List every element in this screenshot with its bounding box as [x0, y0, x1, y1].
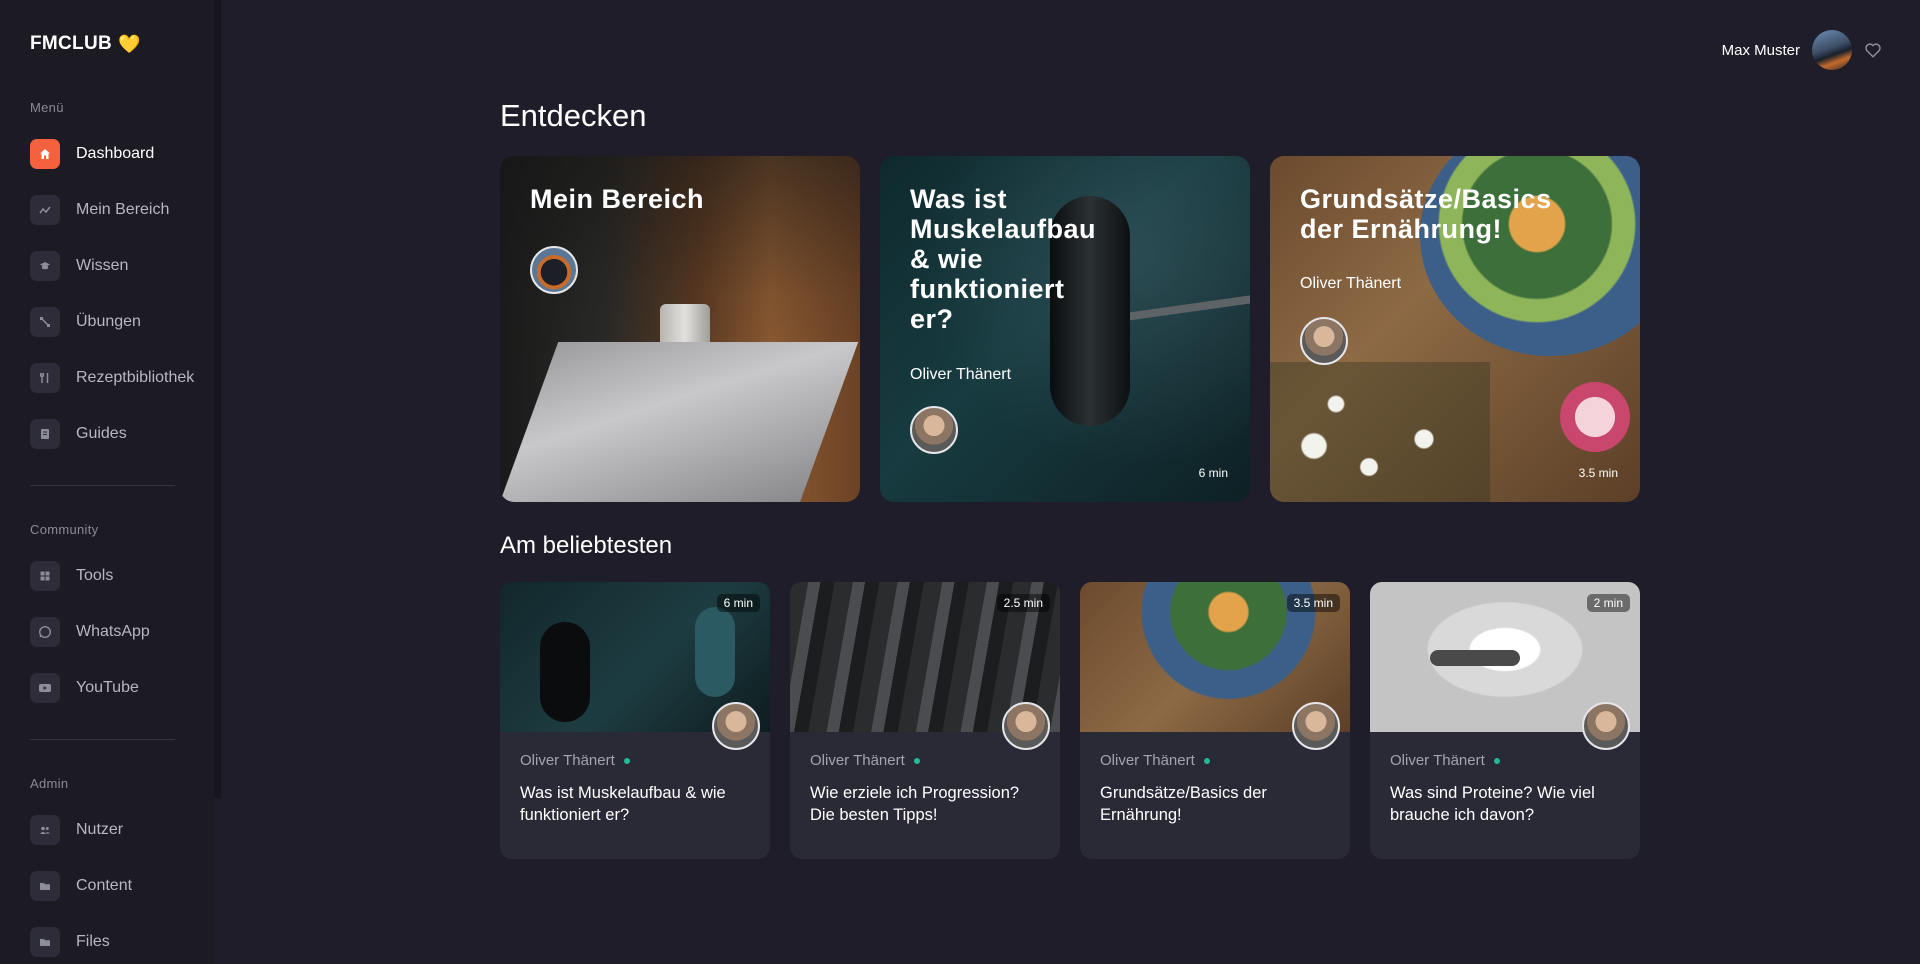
sidebar-item-nutzer[interactable]: Nutzer — [30, 813, 200, 847]
duration-badge: 3.5 min — [1286, 594, 1340, 612]
grid-icon — [30, 561, 60, 591]
sidebar-item-youtube[interactable]: YouTube — [30, 671, 200, 705]
sidebar-divider — [30, 739, 175, 740]
sidebar-item-content[interactable]: Content — [30, 869, 200, 903]
sidebar-item-whatsapp[interactable]: WhatsApp — [30, 615, 200, 649]
popular-card[interactable]: 2.5 min Oliver Thänert Wie erziele ich P… — [790, 582, 1060, 859]
brand-name: FMCLUB — [30, 33, 113, 54]
avatar[interactable] — [1812, 30, 1852, 70]
card-author: Oliver Thänert — [520, 752, 630, 769]
sidebar-item-rezeptbibliothek[interactable]: Rezeptbibliothek — [30, 361, 200, 395]
avatar — [1582, 702, 1630, 750]
graduation-cap-icon — [30, 251, 60, 281]
sidebar-item-guides[interactable]: Guides — [30, 417, 200, 451]
users-icon — [30, 815, 60, 845]
laptop-image — [500, 342, 859, 502]
activity-icon — [30, 195, 60, 225]
avatar — [1292, 702, 1340, 750]
sidebar-item-label: Wissen — [76, 257, 129, 274]
heart-icon[interactable] — [1864, 41, 1882, 59]
card-author-name: Oliver Thänert — [810, 752, 905, 769]
brand-logo[interactable]: FMCLUB 💛 — [30, 33, 141, 55]
sidebar-item-dashboard[interactable]: Dashboard — [30, 137, 200, 171]
sidebar-item-label: Übungen — [76, 313, 141, 330]
sidebar-item-tools[interactable]: Tools — [30, 559, 200, 593]
duration-badge: 2 min — [1586, 594, 1630, 612]
flowers-image — [1270, 362, 1490, 502]
card-author-name: Oliver Thänert — [1390, 752, 1485, 769]
folder-icon — [30, 927, 60, 957]
hero-card-ernaehrung[interactable]: Grundsätze/Basics der Ernährung! Oliver … — [1270, 156, 1640, 502]
hero-card-mein-bereich[interactable]: Mein Bereich — [500, 156, 860, 502]
card-author: Oliver Thänert — [810, 752, 920, 769]
community-section-label: Community — [30, 522, 99, 537]
admin-section-label: Admin — [30, 776, 69, 791]
menu-section-label: Menü — [30, 100, 64, 115]
whatsapp-icon — [30, 617, 60, 647]
section-title-popular: Am beliebtesten — [500, 532, 673, 559]
hero-card-muskelaufbau[interactable]: Was ist Muskelaufbau & wie funktioniert … — [880, 156, 1250, 502]
sidebar-item-label: YouTube — [76, 679, 139, 696]
duration-label: 3.5 min — [1578, 466, 1618, 480]
hero-card-title: Grundsätze/Basics der Ernährung! — [1300, 184, 1552, 244]
popular-card[interactable]: 6 min Oliver Thänert Was ist Muskelaufba… — [500, 582, 770, 859]
card-author: Oliver Thänert — [1100, 752, 1210, 769]
duration-badge: 2.5 min — [996, 594, 1050, 612]
sidebar-item-wissen[interactable]: Wissen — [30, 249, 200, 283]
card-title: Was sind Proteine? Wie viel brauche ich … — [1390, 784, 1595, 824]
sidebar-divider — [30, 485, 175, 486]
card-title: Wie erziele ich Progression? Die besten … — [810, 784, 1020, 824]
online-status-dot — [1203, 757, 1210, 764]
avatar — [530, 246, 578, 294]
online-status-dot — [623, 757, 630, 764]
sidebar-item-label: Guides — [76, 425, 127, 442]
sidebar-item-files[interactable]: Files — [30, 925, 200, 959]
dumbbell-icon — [30, 307, 60, 337]
sidebar-item-label: Content — [76, 877, 133, 894]
card-title: Grundsätze/Basics der Ernährung! — [1100, 784, 1267, 824]
avatar — [1300, 317, 1348, 365]
avatar — [712, 702, 760, 750]
card-title: Was ist Muskelaufbau & wie funktioniert … — [520, 784, 726, 824]
page-title: Entdecken — [500, 98, 647, 133]
hero-card-title: Was ist Muskelaufbau & wie funktioniert … — [910, 184, 1097, 334]
popular-card[interactable]: 3.5 min Oliver Thänert Grundsätze/Basics… — [1080, 582, 1350, 859]
sidebar-item-label: Mein Bereich — [76, 201, 170, 218]
card-author: Oliver Thänert — [1390, 752, 1500, 769]
duration-badge: 6 min — [716, 594, 760, 612]
youtube-icon — [30, 673, 60, 703]
sidebar-item-label: Dashboard — [76, 145, 155, 162]
sidebar: FMCLUB 💛 Menü Dashboard Mein Bereich Wis… — [0, 0, 214, 964]
sidebar-item-label: Files — [76, 933, 110, 950]
sidebar-item-label: WhatsApp — [76, 623, 150, 640]
sidebar-scrollbar[interactable] — [214, 0, 221, 798]
user-name: Max Muster — [1721, 41, 1800, 59]
book-icon — [30, 419, 60, 449]
sidebar-item-label: Nutzer — [76, 821, 124, 838]
duration-label: 6 min — [1198, 466, 1228, 480]
card-author-name: Oliver Thänert — [1100, 752, 1195, 769]
sidebar-item-mein-bereich[interactable]: Mein Bereich — [30, 193, 200, 227]
hero-card-title: Mein Bereich — [530, 184, 705, 214]
online-status-dot — [913, 757, 920, 764]
popular-card[interactable]: 2 min Oliver Thänert Was sind Proteine? … — [1370, 582, 1640, 859]
folder-icon — [30, 871, 60, 901]
radish-image — [1560, 382, 1630, 452]
online-status-dot — [1493, 757, 1500, 764]
card-author-name: Oliver Thänert — [520, 752, 615, 769]
avatar — [1002, 702, 1050, 750]
home-icon — [30, 139, 60, 169]
yellow-heart-icon: 💛 — [118, 33, 141, 54]
hero-card-author: Oliver Thänert — [1300, 275, 1402, 292]
sidebar-item-label: Rezeptbibliothek — [76, 369, 195, 386]
avatar — [910, 406, 958, 454]
sidebar-item-label: Tools — [76, 567, 114, 584]
hero-card-author: Oliver Thänert — [910, 366, 1012, 383]
user-menu[interactable]: Max Muster — [1722, 30, 1882, 70]
sidebar-item-uebungen[interactable]: Übungen — [30, 305, 200, 339]
utensils-icon — [30, 363, 60, 393]
